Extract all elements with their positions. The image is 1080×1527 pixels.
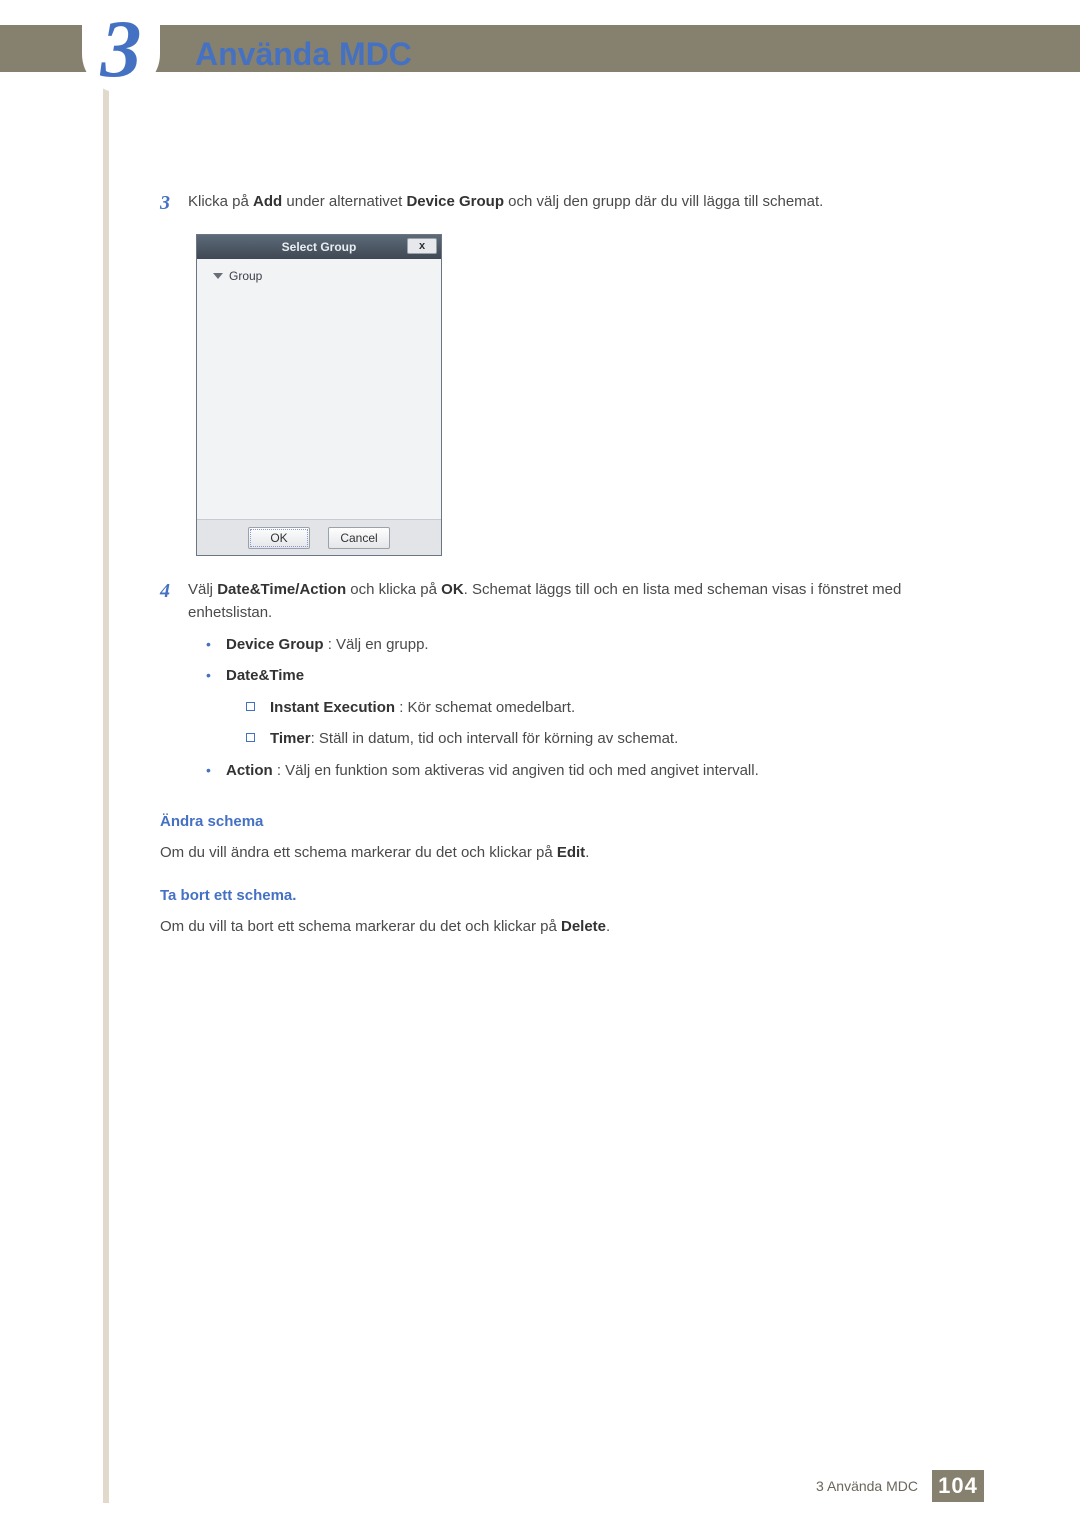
bold: Action — [226, 762, 273, 779]
bold-add: Add — [253, 193, 282, 210]
paragraph: Om du vill ta bort ett schema markerar d… — [160, 916, 960, 939]
chapter-title: Använda MDC — [195, 36, 412, 73]
close-button[interactable]: x — [407, 238, 437, 254]
footer-label: 3 Använda MDC — [816, 1478, 918, 1494]
bullet-list: Device Group : Välj en grupp. Date&Time … — [206, 634, 960, 783]
dialog-screenshot: Select Group x Group OK Ca — [196, 234, 960, 556]
content-area: 3 Klicka på Add under alternativet Devic… — [160, 190, 960, 938]
text: : Välj en grupp. — [324, 636, 429, 653]
document-page: 3 Använda MDC 3 Klicka på Add under alte… — [0, 0, 1080, 1527]
heading-edit-schema: Ändra schema — [160, 813, 960, 830]
close-icon: x — [419, 240, 425, 252]
select-group-dialog: Select Group x Group OK Ca — [196, 234, 442, 556]
dialog-body: Group — [197, 259, 441, 519]
heading-delete-schema: Ta bort ett schema. — [160, 887, 960, 904]
text: Klicka på — [188, 193, 253, 210]
list-item: Timer: Ställ in datum, tid och intervall… — [246, 728, 960, 751]
step-text: Välj Date&Time/Action och klicka på OK. … — [188, 578, 960, 791]
text: och välj den grupp där du vill lägga til… — [504, 193, 823, 210]
page-number: 104 — [932, 1470, 984, 1502]
step-text: Klicka på Add under alternativet Device … — [188, 190, 960, 216]
bold-device-group: Device Group — [406, 193, 504, 210]
bold: Device Group — [226, 636, 324, 653]
list-item: Action : Välj en funktion som aktiveras … — [206, 760, 960, 783]
step-4: 4 Välj Date&Time/Action och klicka på OK… — [160, 578, 960, 791]
tree-label: Group — [229, 269, 262, 283]
text: under alternativet — [282, 193, 406, 210]
bold: Timer — [270, 730, 311, 747]
bold-dta: Date&Time/Action — [217, 581, 346, 598]
text: : Ställ in datum, tid och intervall för … — [311, 730, 679, 747]
ok-button[interactable]: OK — [248, 527, 310, 549]
text: och klicka på — [346, 581, 441, 598]
cancel-button[interactable]: Cancel — [328, 527, 390, 549]
text: . — [606, 918, 610, 935]
dialog-title: Select Group — [282, 240, 357, 254]
list-item: Device Group : Välj en grupp. — [206, 634, 960, 657]
list-item: Instant Execution : Kör schemat omedelba… — [246, 697, 960, 720]
text: Om du vill ta bort ett schema markerar d… — [160, 918, 561, 935]
text: Om du vill ändra ett schema markerar du … — [160, 844, 557, 861]
dialog-titlebar: Select Group x — [197, 235, 441, 259]
text: . — [585, 844, 589, 861]
paragraph: Om du vill ändra ett schema markerar du … — [160, 842, 960, 865]
text: : Välj en funktion som aktiveras vid ang… — [273, 762, 759, 779]
sub-list: Instant Execution : Kör schemat omedelba… — [246, 697, 960, 751]
bold-delete: Delete — [561, 918, 606, 935]
button-label: Cancel — [340, 531, 377, 545]
dialog-footer: OK Cancel — [197, 519, 441, 555]
button-label: OK — [270, 531, 287, 545]
left-stripe — [103, 25, 109, 1503]
page-number-text: 104 — [938, 1473, 978, 1499]
caret-down-icon — [213, 273, 223, 279]
chapter-number: 3 — [82, 8, 160, 90]
page-footer: 3 Använda MDC 104 — [0, 1469, 1080, 1503]
text: : Kör schemat omedelbart. — [395, 699, 575, 716]
bold: Instant Execution — [270, 699, 395, 716]
step-3: 3 Klicka på Add under alternativet Devic… — [160, 190, 960, 216]
tree-item-group[interactable]: Group — [213, 269, 431, 283]
header-bar — [0, 25, 1080, 72]
bold-edit: Edit — [557, 844, 585, 861]
list-item: Date&Time Instant Execution : Kör schema… — [206, 665, 960, 751]
step-number: 3 — [160, 190, 188, 216]
step-number: 4 — [160, 578, 188, 791]
bold: Date&Time — [226, 667, 304, 684]
bold-ok: OK — [441, 581, 464, 598]
text: Välj — [188, 581, 217, 598]
